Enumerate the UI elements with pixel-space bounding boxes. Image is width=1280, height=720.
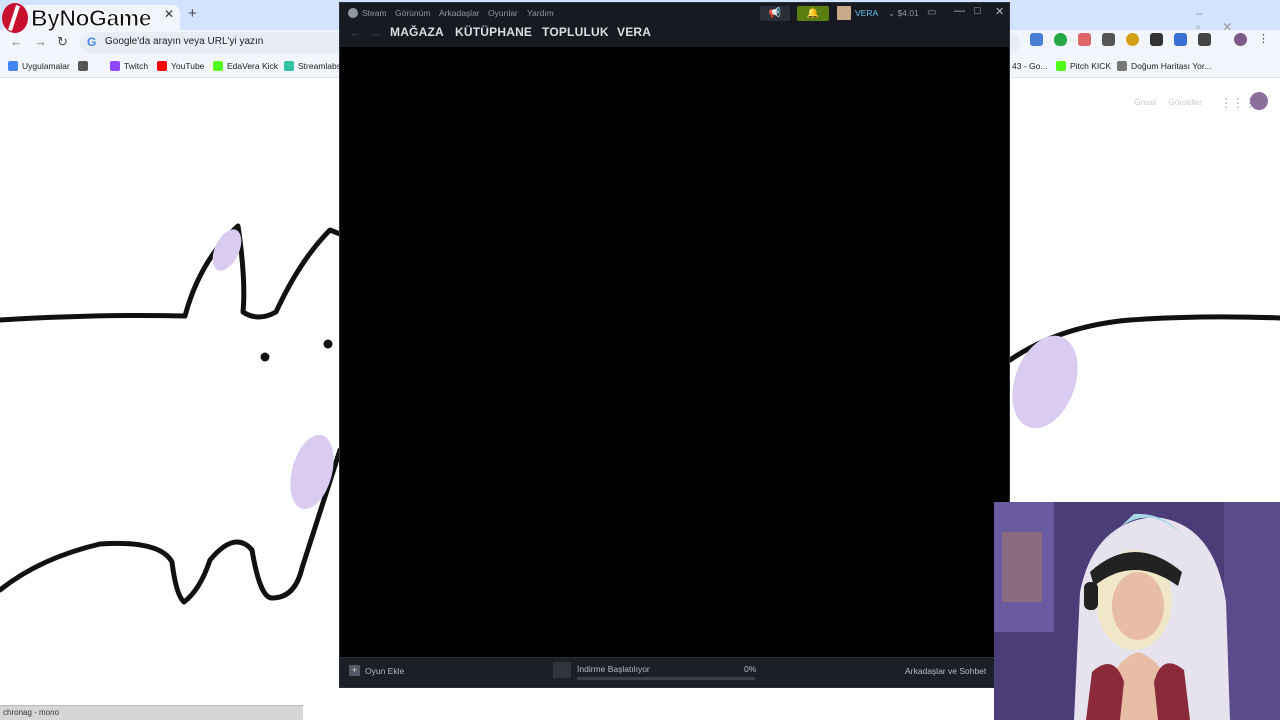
- bookmark-pitch-kick[interactable]: Pitch KICK: [1056, 61, 1111, 71]
- close-icon[interactable]: ✕: [995, 5, 1004, 18]
- bynogame-wordmark: ByNoGame: [31, 4, 152, 31]
- bynogame-mark-icon: [2, 3, 28, 33]
- google-header-links: Gmail Görseller: [1134, 97, 1203, 107]
- steam-content-area: [340, 47, 1009, 657]
- big-picture-icon[interactable]: ▭: [927, 7, 936, 18]
- menu-games[interactable]: Oyunlar: [488, 8, 518, 18]
- bookmark-twitch[interactable]: Twitch: [110, 61, 148, 71]
- kick-icon: [213, 61, 223, 71]
- download-status[interactable]: İndirme Başlatılıyor: [577, 664, 650, 674]
- coin-icon[interactable]: [1126, 33, 1139, 46]
- announcements-icon[interactable]: 📢: [760, 6, 790, 21]
- chart-icon[interactable]: [1102, 33, 1115, 46]
- images-link[interactable]: Görseller: [1168, 97, 1202, 107]
- forward-icon[interactable]: →: [34, 34, 47, 49]
- bookmark-apps[interactable]: Uygulamalar: [8, 61, 70, 71]
- menu-view[interactable]: Görünüm: [395, 8, 430, 18]
- gmail-link[interactable]: Gmail: [1134, 97, 1156, 107]
- download-progress-bar: [577, 677, 755, 680]
- add-game-plus-icon[interactable]: +: [349, 665, 360, 676]
- minimize-icon[interactable]: —: [954, 5, 965, 17]
- close-tab-icon[interactable]: ✕: [164, 7, 174, 21]
- back-icon[interactable]: ←: [10, 34, 23, 49]
- google-account-avatar[interactable]: [1250, 92, 1268, 110]
- wallet-balance[interactable]: ⌄ $4.01: [888, 8, 919, 19]
- bookmark-birth-chart[interactable]: Doğum Haritası Yor...: [1117, 61, 1211, 71]
- status-text: chronag - mono: [3, 708, 60, 717]
- google-icon: G: [87, 35, 97, 49]
- tab-store[interactable]: MAĞAZA: [390, 25, 444, 39]
- kick-icon: [1056, 61, 1066, 71]
- add-game-button[interactable]: Oyun Ekle: [365, 666, 404, 676]
- back-arrow-icon[interactable]: ←: [349, 25, 362, 40]
- extension-icons[interactable]: ⋮: [1030, 33, 1271, 46]
- download-percent: 0%: [744, 664, 757, 674]
- star-icon: [1117, 61, 1127, 71]
- new-tab-button[interactable]: +: [188, 5, 197, 22]
- tab-library[interactable]: KÜTÜPHANE: [455, 25, 532, 39]
- twitch-icon: [110, 61, 120, 71]
- tab-profile[interactable]: VERA: [617, 25, 651, 39]
- profile-icon[interactable]: [1234, 33, 1247, 46]
- bookmark-youtube[interactable]: YouTube: [157, 61, 204, 71]
- tab-community[interactable]: TOPLULUK: [542, 25, 609, 39]
- scan-icon[interactable]: [1150, 33, 1163, 46]
- menu-friends[interactable]: Arkadaşlar: [439, 8, 480, 18]
- reload-icon[interactable]: ↻: [57, 34, 68, 50]
- mask-icon[interactable]: [1078, 33, 1091, 46]
- bookmark-streamlabs[interactable]: Streamlabs: [284, 61, 341, 71]
- translate-icon[interactable]: [1030, 33, 1043, 46]
- bookmark-grid[interactable]: [78, 61, 88, 71]
- youtube-icon: [157, 61, 167, 71]
- menu-help[interactable]: Yardım: [527, 8, 554, 18]
- forward-arrow-icon[interactable]: →: [369, 25, 382, 40]
- status-bar: chronag - mono: [0, 705, 303, 720]
- shield-icon[interactable]: [1054, 33, 1067, 46]
- steam-logo-icon: [348, 8, 358, 18]
- streamlabs-icon: [284, 61, 294, 71]
- notifications-bell-icon[interactable]: 🔔: [797, 6, 829, 21]
- puzzle-icon[interactable]: [1198, 33, 1211, 46]
- bookmark-google-doc[interactable]: 43 - Go...: [1012, 61, 1047, 71]
- grid-icon: [78, 61, 88, 71]
- menu-steam[interactable]: Steam: [362, 8, 387, 18]
- steam-window: Steam Görünüm Arkadaşlar Oyunlar Yardım …: [339, 2, 1010, 688]
- user-avatar[interactable]: [837, 6, 851, 20]
- download-thumbnail[interactable]: [553, 662, 571, 678]
- bookmark-edavera-kick[interactable]: EdaVera Kick: [213, 61, 278, 71]
- bynogame-logo: ByNoGame: [2, 0, 152, 36]
- account-name[interactable]: VERA: [855, 8, 878, 18]
- webcam-feed: [994, 502, 1280, 720]
- cast-icon[interactable]: [1174, 33, 1187, 46]
- kebab-menu-icon[interactable]: ⋮: [1258, 33, 1271, 46]
- address-bar-placeholder[interactable]: Google'da arayın veya URL'yi yazın: [105, 36, 263, 47]
- friends-chat-button[interactable]: Arkadaşlar ve Sohbet: [905, 666, 986, 676]
- apps-grid-icon: [8, 61, 18, 71]
- maximize-icon[interactable]: □: [974, 5, 981, 17]
- wallet-amount: $4.01: [897, 8, 919, 18]
